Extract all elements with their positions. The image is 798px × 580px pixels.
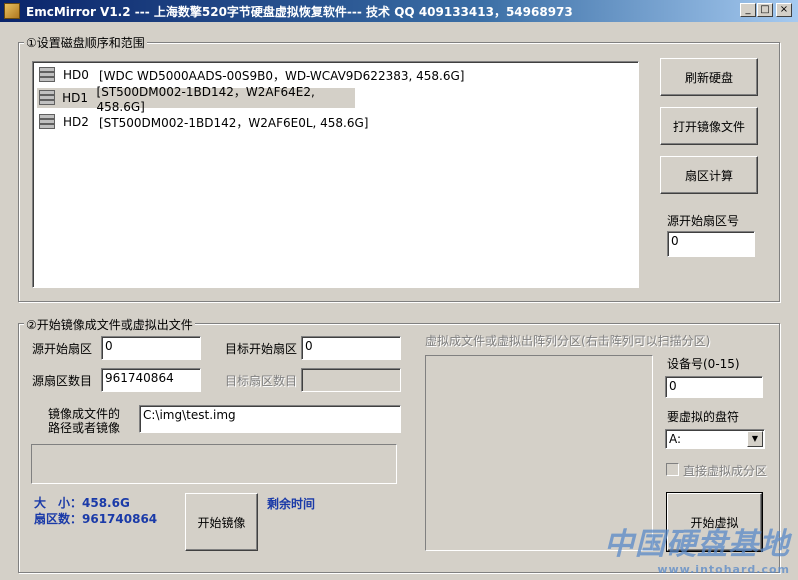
disk-order-group-label: ①设置磁盘顺序和范围 bbox=[24, 34, 147, 51]
source-start-sector-label: 源开始扇区号 bbox=[667, 214, 740, 228]
virtual-partition-label: 虚拟成文件或虚拟出阵列分区(右击阵列可以扫描分区) bbox=[425, 334, 711, 348]
disk-info: [WDC WD5000AADS-00S9B0，WD-WCAV9D622383, … bbox=[99, 68, 465, 83]
list-item-hd2[interactable]: HD2 [ST500DM002-1BD142，W2AF6E0L, 458.6G] bbox=[37, 112, 369, 132]
sector-calc-button[interactable]: 扇区计算 bbox=[660, 156, 758, 194]
image-path-input[interactable]: C:\img\test.img bbox=[139, 405, 401, 433]
watermark: 中国硬盘基地 www.intohard.com bbox=[604, 519, 790, 576]
close-button[interactable]: × bbox=[776, 3, 792, 17]
disk-info: [ST500DM002-1BD142，W2AF64E2, 458.6G] bbox=[96, 84, 315, 114]
hard-disk-icon bbox=[37, 89, 56, 107]
sector-count-text: 扇区数：961740864 bbox=[34, 512, 158, 526]
source-start-sector-input[interactable]: 0 bbox=[667, 231, 755, 257]
drive-letter-select[interactable]: A: ▼ bbox=[665, 429, 765, 449]
hard-disk-icon bbox=[37, 66, 57, 84]
progress-bar bbox=[31, 444, 397, 484]
maximize-button[interactable]: □ bbox=[757, 3, 773, 17]
disk-name: HD1 bbox=[62, 91, 89, 105]
direct-virtual-checkbox[interactable] bbox=[666, 463, 679, 476]
target-count-label: 目标扇区数目 bbox=[225, 374, 298, 388]
app-icon bbox=[4, 3, 20, 19]
window-title: EmcMirror V1.2 --- 上海数擎520字节硬盘虚拟恢复软件--- … bbox=[26, 5, 573, 19]
target-start-label: 目标开始扇区 bbox=[225, 342, 298, 356]
drive-letter-label: 要虚拟的盘符 bbox=[667, 410, 740, 424]
disk-name: HD0 bbox=[63, 68, 89, 82]
drive-letter-value: A: bbox=[669, 432, 682, 446]
refresh-disk-button[interactable]: 刷新硬盘 bbox=[660, 58, 758, 96]
source-start-label: 源开始扇区 bbox=[32, 342, 93, 356]
watermark-title: 中国硬盘基地 bbox=[604, 527, 790, 562]
device-number-input[interactable]: 0 bbox=[665, 376, 763, 398]
list-item-hd1[interactable]: HD1 [ST500DM002-1BD142，W2AF64E2, 458.6G] bbox=[37, 85, 355, 114]
app-window: EmcMirror V1.2 --- 上海数擎520字节硬盘虚拟恢复软件--- … bbox=[0, 0, 798, 580]
disk-list[interactable]: HD0 [WDC WD5000AADS-00S9B0，WD-WCAV9D6223… bbox=[32, 61, 639, 288]
title-bar[interactable]: EmcMirror V1.2 --- 上海数擎520字节硬盘虚拟恢复软件--- … bbox=[0, 0, 798, 22]
watermark-url: www.intohard.com bbox=[657, 563, 790, 576]
start-mirror-button[interactable]: 开始镜像 bbox=[185, 493, 258, 551]
source-count-input[interactable]: 961740864 bbox=[101, 368, 201, 392]
mirror-group-label: ②开始镜像成文件或虚拟出文件 bbox=[24, 316, 195, 333]
target-start-input[interactable]: 0 bbox=[301, 336, 401, 360]
device-number-label: 设备号(0-15) bbox=[667, 357, 740, 371]
disk-name: HD2 bbox=[63, 115, 89, 129]
hard-disk-icon bbox=[37, 113, 57, 131]
minimize-button[interactable]: _ bbox=[740, 3, 756, 17]
source-count-label: 源扇区数目 bbox=[32, 374, 93, 388]
direct-virtual-label: 直接虚拟成分区 bbox=[683, 464, 768, 478]
chevron-down-icon[interactable]: ▼ bbox=[747, 431, 763, 447]
size-text: 大 小：458.6G bbox=[34, 496, 130, 510]
source-start-input[interactable]: 0 bbox=[101, 336, 201, 360]
open-image-button[interactable]: 打开镜像文件 bbox=[660, 107, 758, 145]
disk-info: [ST500DM002-1BD142，W2AF6E0L, 458.6G] bbox=[99, 115, 369, 130]
remaining-time-label: 剩余时间 bbox=[267, 497, 316, 511]
path-label-line2: 路径或者镜像 bbox=[48, 421, 121, 435]
target-count-input[interactable] bbox=[301, 368, 401, 392]
